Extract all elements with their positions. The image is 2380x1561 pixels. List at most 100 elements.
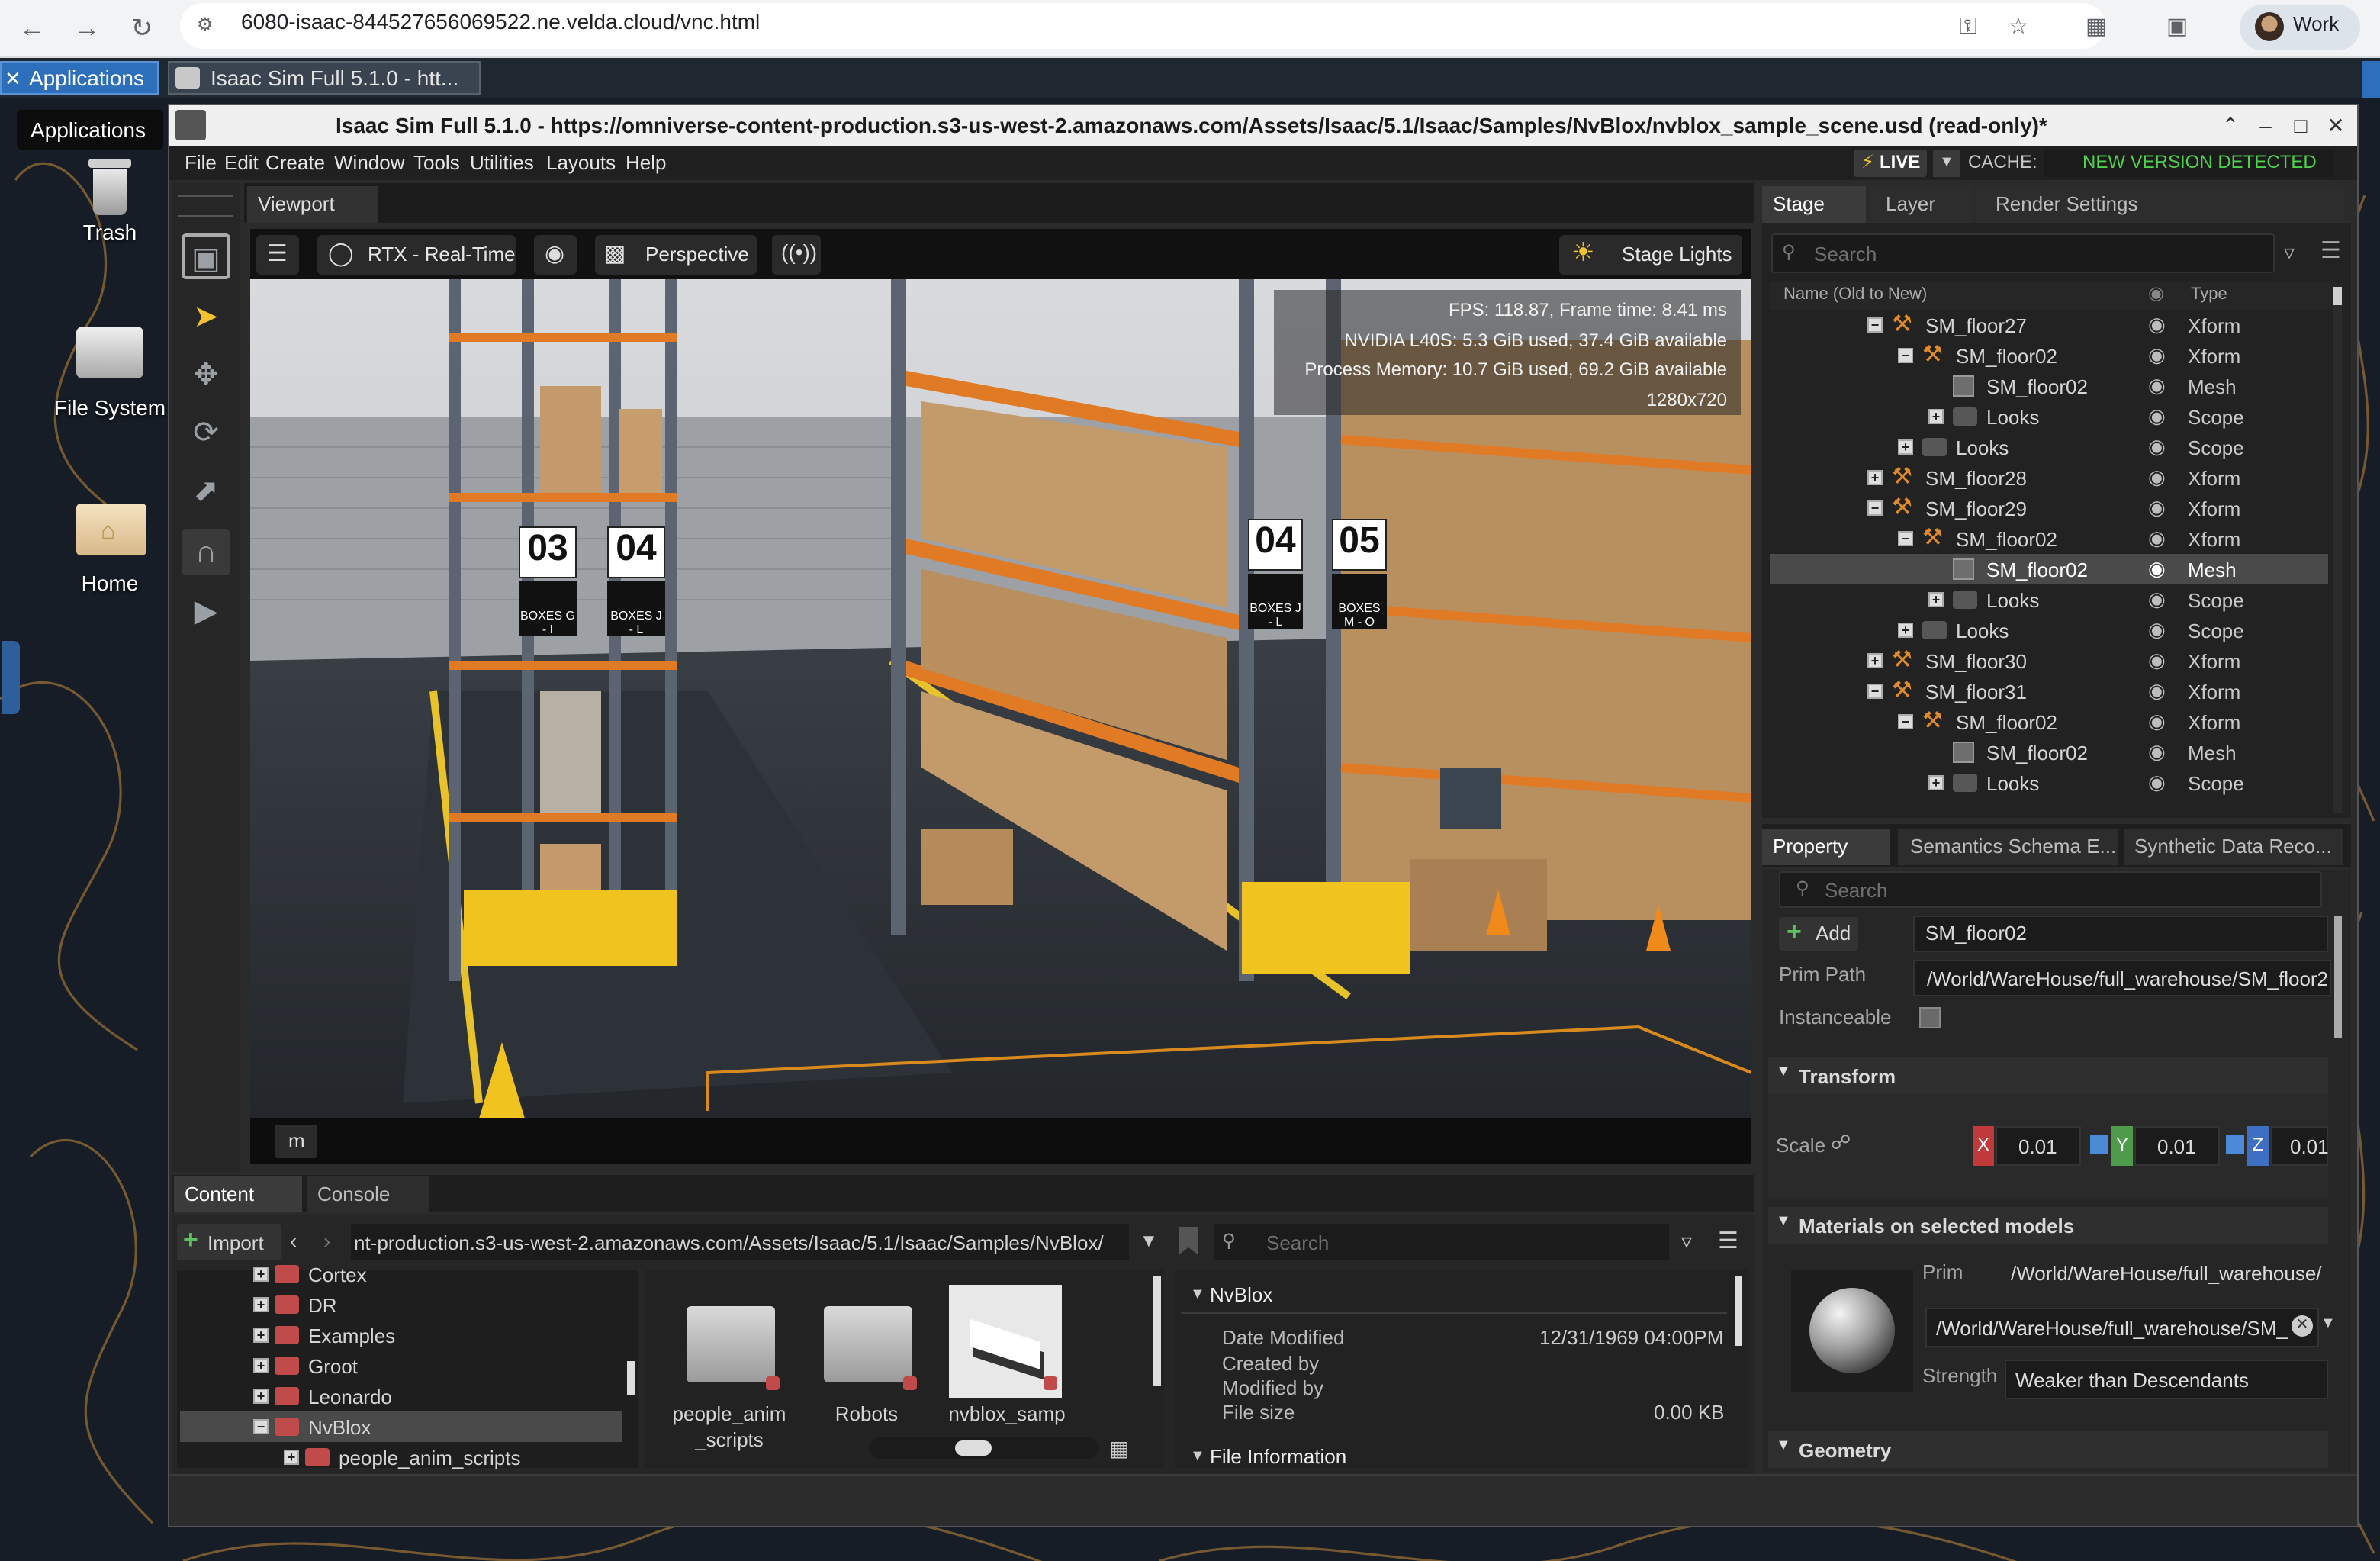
menu-edit[interactable]: Edit (224, 151, 259, 174)
folder-tree-item[interactable]: + Groot (180, 1350, 622, 1381)
stage-tree-row[interactable]: − ⚒ SM_floor29 ◉ Xform (1770, 493, 2328, 523)
stage-tree-row[interactable]: − ⚒ SM_floor02 ◉ Xform (1770, 340, 2328, 371)
drive-icon[interactable] (73, 323, 146, 385)
grid-scrollbar[interactable] (1153, 1276, 1161, 1386)
prim-path-field[interactable]: /World/WareHouse/full_warehouse/SM_floor… (1913, 960, 2331, 996)
live-dropdown-icon[interactable]: ▼ (1933, 150, 1960, 177)
stage-tree-row[interactable]: SM_floor02 ◉ Mesh (1770, 371, 2328, 401)
expand-icon[interactable]: + (253, 1328, 269, 1343)
stage-tree-row[interactable]: − ⚒ SM_floor31 ◉ Xform (1770, 676, 2328, 706)
expand-icon[interactable]: + (1928, 409, 1944, 424)
stage-tree-row[interactable]: + ⚒ SM_floor28 ◉ Xform (1770, 462, 2328, 493)
visibility-eye-icon[interactable]: ◉ (534, 235, 577, 275)
scale-y-key-icon[interactable] (2226, 1135, 2244, 1154)
visibility-eye-icon[interactable]: ◉ (2148, 435, 2166, 459)
collapse-icon[interactable]: − (1898, 348, 1913, 363)
path-dropdown-icon[interactable]: ▼ (1140, 1230, 1158, 1251)
nav-back-icon[interactable]: ‹ (290, 1228, 297, 1253)
stage-scrollbar[interactable] (2333, 287, 2342, 813)
strength-dropdown[interactable]: Weaker than Descendants (2005, 1360, 2328, 1399)
folder-tree-item[interactable]: + Cortex (180, 1259, 622, 1289)
collapse-icon[interactable]: − (253, 1419, 269, 1434)
forward-icon[interactable]: → (67, 9, 107, 49)
filter-icon[interactable]: ▿ (1681, 1228, 1692, 1254)
filter-icon[interactable]: ▿ (2284, 240, 2295, 266)
file-grid-item[interactable]: nvblox_samp (946, 1285, 1068, 1453)
expand-icon[interactable]: + (1867, 653, 1883, 668)
stage-tree-row[interactable]: + Looks ◉ Scope (1770, 432, 2328, 462)
menu-tools[interactable]: Tools (413, 151, 460, 174)
visibility-eye-icon[interactable]: ◉ (2148, 618, 2166, 642)
link-scale-icon[interactable]: ☍ (1831, 1131, 1851, 1155)
stage-tree-row[interactable]: SM_floor02 ◉ Mesh (1770, 737, 2328, 768)
reload-icon[interactable]: ↻ (122, 9, 162, 49)
visibility-eye-icon[interactable]: ◉ (2148, 526, 2166, 551)
trash-icon[interactable] (79, 153, 140, 223)
file-grid-item[interactable]: people_anim _scripts (668, 1285, 790, 1453)
window-close-icon[interactable]: ✕ (2320, 110, 2351, 140)
visibility-eye-icon[interactable]: ◉ (2148, 771, 2166, 795)
folder-tree-item[interactable]: + Leonardo (180, 1381, 622, 1411)
back-icon[interactable]: ← (12, 9, 52, 49)
expand-icon[interactable]: + (253, 1267, 269, 1282)
nav-forward-icon[interactable]: › (323, 1228, 330, 1253)
visibility-eye-icon[interactable]: ◉ (2148, 374, 2166, 398)
collapse-icon[interactable]: − (1867, 317, 1883, 333)
play-icon[interactable]: ▶ (182, 589, 230, 635)
menu-layouts[interactable]: Layouts (546, 151, 616, 174)
stage-tree-row[interactable]: + Looks ◉ Scope (1770, 615, 2328, 645)
scale-y-field[interactable]: 0.01 (2134, 1126, 2220, 1166)
tab-search-icon[interactable]: ▣ (2160, 11, 2194, 44)
bookmark-star-icon[interactable]: ☆ (2002, 11, 2035, 44)
folder-tree-item[interactable]: + DR (180, 1289, 622, 1320)
column-type-header[interactable]: Type (2191, 285, 2227, 304)
visibility-eye-icon[interactable]: ◉ (2148, 343, 2166, 368)
expand-icon[interactable]: + (1928, 775, 1944, 790)
visibility-column-eye-icon[interactable]: ◉ (2148, 282, 2164, 304)
vnc-side-handle[interactable] (2, 641, 20, 714)
tree-scrollbar[interactable] (627, 1361, 635, 1395)
collapse-icon[interactable]: − (1867, 500, 1883, 516)
taskbar-right-button[interactable] (2362, 61, 2380, 98)
collapse-icon[interactable]: − (1867, 684, 1883, 699)
window-maximize-icon[interactable]: □ (2285, 110, 2316, 140)
collapse-icon[interactable]: − (1898, 714, 1913, 729)
move-icon[interactable]: ✥ (182, 352, 230, 398)
stage-tree-row[interactable]: + Looks ◉ Scope (1770, 401, 2328, 432)
visibility-eye-icon[interactable]: ◉ (2148, 587, 2166, 612)
menu-utilities[interactable]: Utilities (470, 151, 534, 174)
stage-tree-row[interactable]: − ⚒ SM_floor27 ◉ Xform (1770, 310, 2328, 340)
url-text[interactable]: 6080-isaac-844527656069522.ne.velda.clou… (241, 9, 760, 34)
stage-tree-row[interactable]: SM_floor02 ◉ Mesh (1770, 554, 2328, 584)
extensions-icon[interactable]: ▦ (2079, 11, 2113, 44)
snap-magnet-icon[interactable]: ∩ (182, 529, 230, 575)
rotate-icon[interactable]: ⟳ (182, 410, 230, 456)
visibility-eye-icon[interactable]: ◉ (2148, 740, 2166, 764)
info-scrollbar[interactable] (1735, 1276, 1742, 1346)
expand-icon[interactable]: + (253, 1389, 269, 1404)
instanceable-checkbox[interactable] (1919, 1007, 1941, 1028)
scale-z-field[interactable]: 0.01 (2270, 1126, 2329, 1166)
viewport-settings-icon[interactable]: ☰ (256, 235, 299, 275)
visibility-eye-icon[interactable]: ◉ (2148, 679, 2166, 703)
select-mode-icon[interactable]: ▣ (182, 233, 230, 279)
window-shade-icon[interactable]: ⌃ (2215, 110, 2246, 140)
material-path-field[interactable]: /World/WareHouse/full_warehouse/SM_ (1925, 1308, 2319, 1347)
menu-window[interactable]: Window (334, 151, 405, 174)
visibility-eye-icon[interactable]: ◉ (2148, 710, 2166, 734)
collapse-icon[interactable]: − (1898, 531, 1913, 546)
visibility-eye-icon[interactable]: ◉ (2148, 313, 2166, 337)
home-folder-icon[interactable]: ⌂ (76, 497, 146, 558)
expand-icon[interactable]: + (284, 1450, 299, 1465)
toolbar-grip[interactable] (178, 195, 233, 217)
expand-icon[interactable]: + (253, 1358, 269, 1373)
scale-x-key-icon[interactable] (2090, 1135, 2108, 1154)
expand-icon[interactable]: + (1898, 623, 1913, 638)
grid-view-icon[interactable]: ▦ (1109, 1436, 1129, 1462)
visibility-eye-icon[interactable]: ◉ (2148, 649, 2166, 673)
visibility-eye-icon[interactable]: ◉ (2148, 404, 2166, 429)
expand-icon[interactable]: + (1928, 592, 1944, 607)
folder-tree-item[interactable]: + Examples (180, 1320, 622, 1350)
scale-x-field[interactable]: 0.01 (1996, 1126, 2081, 1166)
stage-tree-row[interactable]: − ⚒ SM_floor02 ◉ Xform (1770, 523, 2328, 554)
